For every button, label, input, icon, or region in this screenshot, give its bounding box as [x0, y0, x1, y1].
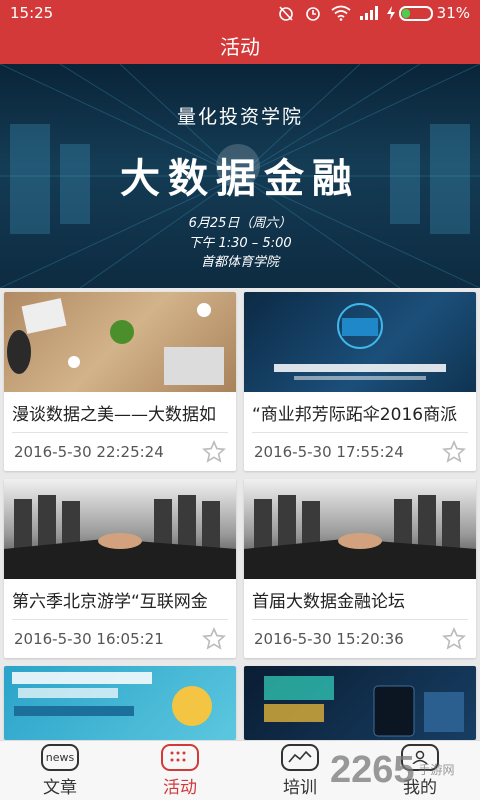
page-title: 活动	[220, 34, 260, 59]
event-card[interactable]: 漫谈数据之美——大数据如 2016-5-30 22:25:24	[4, 292, 236, 471]
battery-fill	[401, 8, 411, 18]
banner-date: 6月25日（周六）	[188, 216, 292, 231]
card-image-shopex-event	[244, 292, 476, 392]
card-title: 第六季北京游学“互联网金	[12, 591, 208, 612]
card-title: 首届大数据金融论坛	[252, 591, 405, 612]
data-marketing-poster-illustration	[264, 676, 464, 737]
card-footer: 2016-5-30 16:05:21	[4, 620, 236, 658]
calendar-icon	[161, 743, 199, 771]
card-image-handshake	[244, 479, 476, 579]
card-title: 漫谈数据之美——大数据如	[12, 404, 216, 425]
alarm-icon	[305, 7, 320, 21]
alarm-off-icon	[278, 6, 293, 21]
app-bar: 活动	[0, 26, 480, 64]
event-card[interactable]	[4, 666, 236, 740]
favorite-star-icon[interactable]	[202, 627, 226, 651]
event-card[interactable]: 首届大数据金融论坛 2016-5-30 15:20:36	[244, 479, 476, 658]
wifi-icon	[331, 5, 351, 21]
card-date: 2016-5-30 22:25:24	[14, 443, 164, 461]
battery-indicator: 31%	[386, 4, 470, 22]
watermark-logo: 2265	[330, 748, 415, 791]
status-time: 15:25	[10, 4, 54, 22]
card-footer: 2016-5-30 17:55:24	[244, 433, 476, 471]
handshake-illustration	[4, 495, 236, 579]
charging-icon	[386, 6, 395, 20]
card-image-fintech-poster	[4, 666, 236, 740]
event-card[interactable]: 第六季北京游学“互联网金 2016-5-30 16:05:21	[4, 479, 236, 658]
favorite-star-icon[interactable]	[442, 627, 466, 651]
status-icons: 31%	[277, 4, 470, 22]
favorite-star-icon[interactable]	[202, 440, 226, 464]
favorite-star-icon[interactable]	[442, 440, 466, 464]
nav-item-activities[interactable]: 活动	[120, 741, 240, 800]
card-footer: 2016-5-30 15:20:36	[244, 620, 476, 658]
event-card[interactable]	[244, 666, 476, 740]
banner-title: 大数据金融	[120, 155, 360, 202]
shopex-event-illustration	[274, 303, 446, 380]
watermark: 2265 手游网	[330, 740, 480, 800]
event-banner[interactable]: 量化投资学院 大数据金融 6月25日（周六） 下午 1:30 – 5:00 首都…	[0, 64, 480, 288]
handshake-illustration	[244, 495, 476, 579]
banner-venue: 首都体育学院	[200, 255, 279, 270]
training-icon	[281, 743, 319, 771]
nav-item-label: 活动	[163, 777, 197, 798]
watermark-text: 手游网	[418, 763, 455, 777]
card-image-data-marketing-poster	[244, 666, 476, 740]
nav-item-label: 文章	[43, 777, 77, 798]
card-image-handshake	[4, 479, 236, 579]
card-title: “商业邦芳际跖伞2016商派	[252, 404, 458, 425]
card-date: 2016-5-30 15:20:36	[254, 630, 404, 648]
battery-percent: 31%	[436, 4, 470, 22]
news-icon: news	[41, 743, 79, 771]
banner-heading: 量化投资学院	[176, 106, 303, 128]
card-footer: 2016-5-30 22:25:24	[4, 433, 236, 471]
office-meeting-illustration	[7, 298, 224, 385]
card-date: 2016-5-30 17:55:24	[254, 443, 404, 461]
fintech-poster-illustration	[12, 672, 212, 726]
nav-item-articles[interactable]: news 文章	[0, 741, 120, 800]
battery-icon	[398, 5, 433, 21]
status-bar: 15:25 31%	[0, 0, 480, 26]
event-card[interactable]: “商业邦芳际跖伞2016商派 2016-5-30 17:55:24	[244, 292, 476, 471]
card-date: 2016-5-30 16:05:21	[14, 630, 164, 648]
signal-icon	[359, 6, 378, 20]
nav-item-label: 培训	[283, 777, 317, 798]
card-image-office-meeting	[4, 292, 236, 392]
banner-time: 下午 1:30 – 5:00	[188, 236, 292, 251]
